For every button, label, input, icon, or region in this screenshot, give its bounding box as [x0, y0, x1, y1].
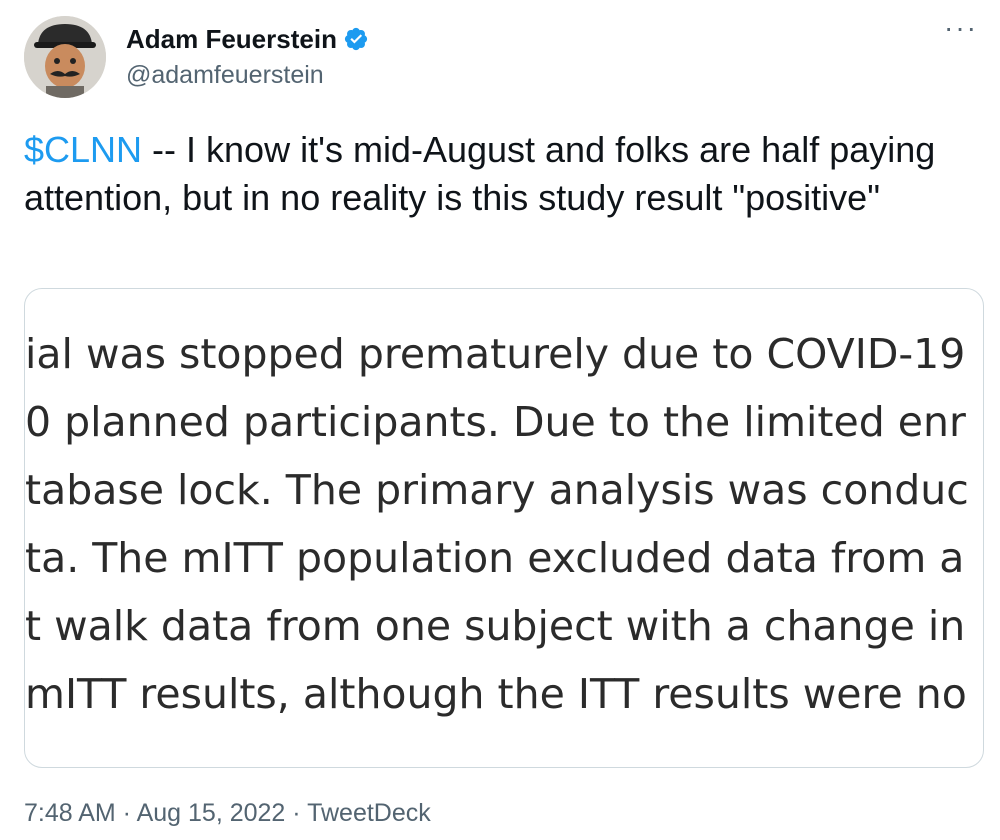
- image-text-line: ial was stopped prematurely due to COVID…: [25, 330, 966, 378]
- tweet-image[interactable]: ial was stopped prematurely due to COVID…: [24, 288, 984, 768]
- image-text-line: t walk data from one subject with a chan…: [25, 602, 966, 650]
- more-options-icon[interactable]: ···: [944, 14, 978, 42]
- image-text-line: tabase lock. The primary analysis was co…: [25, 466, 969, 514]
- tweet-text: $CLNN -- I know it's mid-August and folk…: [24, 126, 964, 222]
- tweet-source[interactable]: TweetDeck: [307, 799, 431, 827]
- tweet-date[interactable]: Aug 15, 2022: [137, 799, 286, 827]
- tweet-body: -- I know it's mid-August and folks are …: [24, 129, 936, 218]
- author-handle[interactable]: @adamfeuerstein: [126, 60, 324, 90]
- tweet-time[interactable]: 7:48 AM: [24, 799, 116, 827]
- tweet-metadata: 7:48 AM · Aug 15, 2022 · TweetDeck: [24, 798, 431, 828]
- author-name[interactable]: Adam Feuerstein: [126, 24, 337, 54]
- cashtag-link[interactable]: $CLNN: [24, 129, 142, 170]
- meta-separator: ·: [285, 799, 308, 827]
- image-text-line: mITT results, although the ITT results w…: [25, 670, 967, 718]
- image-text-line: 0 planned participants. Due to the limit…: [25, 398, 966, 446]
- avatar-icon: [24, 16, 106, 98]
- avatar[interactable]: [24, 16, 106, 98]
- author-name-row[interactable]: Adam Feuerstein: [126, 24, 369, 54]
- meta-separator: ·: [115, 799, 137, 827]
- verified-badge-icon: [343, 26, 369, 52]
- image-text-line: ta. The mITT population excluded data fr…: [25, 534, 965, 582]
